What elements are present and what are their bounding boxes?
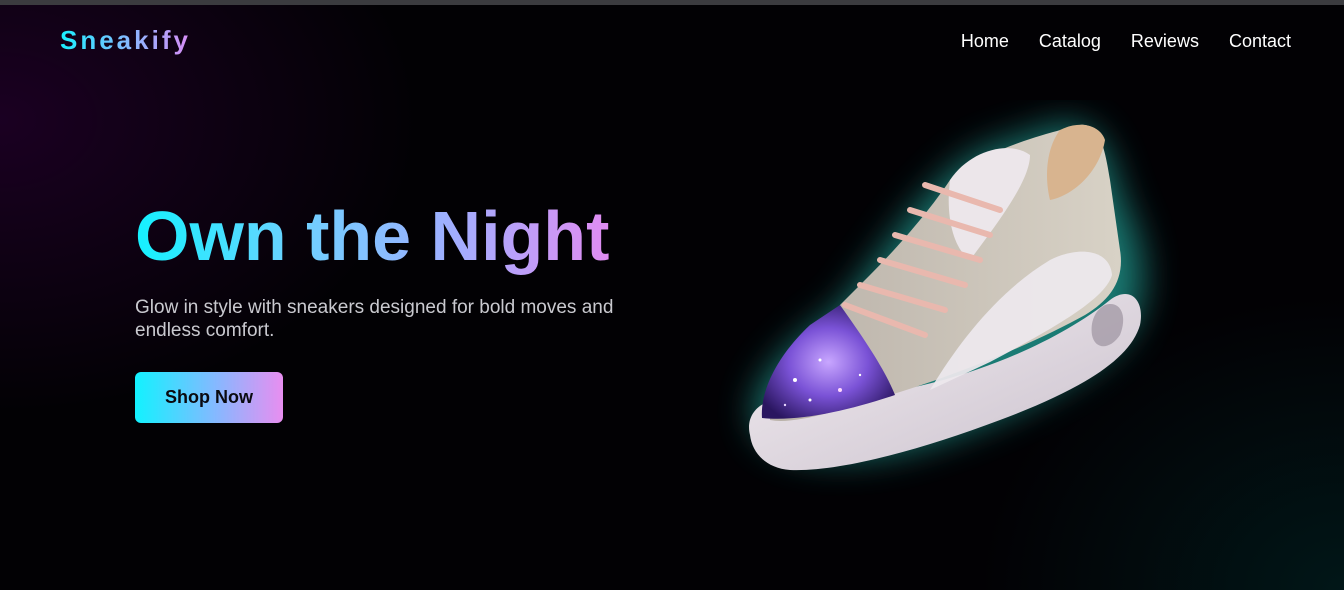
- nav-reviews[interactable]: Reviews: [1131, 30, 1199, 52]
- nav-catalog[interactable]: Catalog: [1039, 30, 1101, 52]
- hero-subtitle: Glow in style with sneakers designed for…: [135, 297, 614, 341]
- hero-sneaker-image: [700, 100, 1180, 500]
- nav-contact[interactable]: Contact: [1229, 30, 1291, 52]
- landing-page: Sneakify Home Catalog Reviews Contact Ow…: [0, 0, 1344, 590]
- brand-logo[interactable]: Sneakify: [60, 24, 191, 56]
- shop-now-button[interactable]: Shop Now: [135, 372, 283, 423]
- hero-title: Own the Night: [135, 197, 610, 275]
- nav-home[interactable]: Home: [961, 30, 1009, 52]
- main-nav: Home Catalog Reviews Contact: [961, 30, 1291, 52]
- window-top-border: [0, 0, 1344, 5]
